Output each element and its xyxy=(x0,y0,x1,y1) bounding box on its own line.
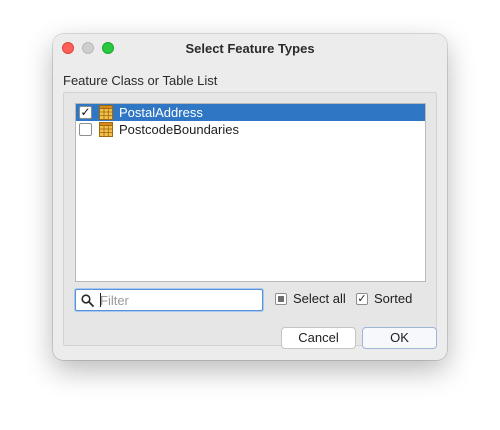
table-icon xyxy=(99,122,113,137)
item-checkbox[interactable]: ✓ xyxy=(79,106,92,119)
list-item-label: PostcodeBoundaries xyxy=(119,122,239,137)
cancel-button[interactable]: Cancel xyxy=(281,327,356,349)
item-checkbox[interactable] xyxy=(79,123,92,136)
sorted-label[interactable]: Sorted xyxy=(374,291,412,306)
table-icon xyxy=(99,105,113,120)
filter-input[interactable] xyxy=(100,291,260,309)
select-all-checkbox[interactable] xyxy=(275,293,287,305)
dialog-title: Select Feature Types xyxy=(185,41,315,56)
section-label: Feature Class or Table List xyxy=(63,73,218,88)
filter-field[interactable] xyxy=(75,289,263,311)
feature-class-list[interactable]: ✓ PostalAddress PostcodeBoundaries xyxy=(75,103,426,282)
sorted-checkbox[interactable]: ✓ xyxy=(356,293,368,305)
select-all-label[interactable]: Select all xyxy=(293,291,346,306)
title-bar[interactable]: Select Feature Types xyxy=(53,34,447,62)
feature-list-group: ✓ PostalAddress PostcodeBoundaries Filte… xyxy=(63,92,437,346)
search-icon xyxy=(81,294,94,307)
list-item-postcode-boundaries[interactable]: PostcodeBoundaries xyxy=(76,121,425,138)
list-item-label: PostalAddress xyxy=(119,105,203,120)
select-feature-types-dialog: Select Feature Types Feature Class or Ta… xyxy=(53,34,447,360)
ok-button[interactable]: OK xyxy=(362,327,437,349)
list-item-postal-address[interactable]: ✓ PostalAddress xyxy=(76,104,425,121)
